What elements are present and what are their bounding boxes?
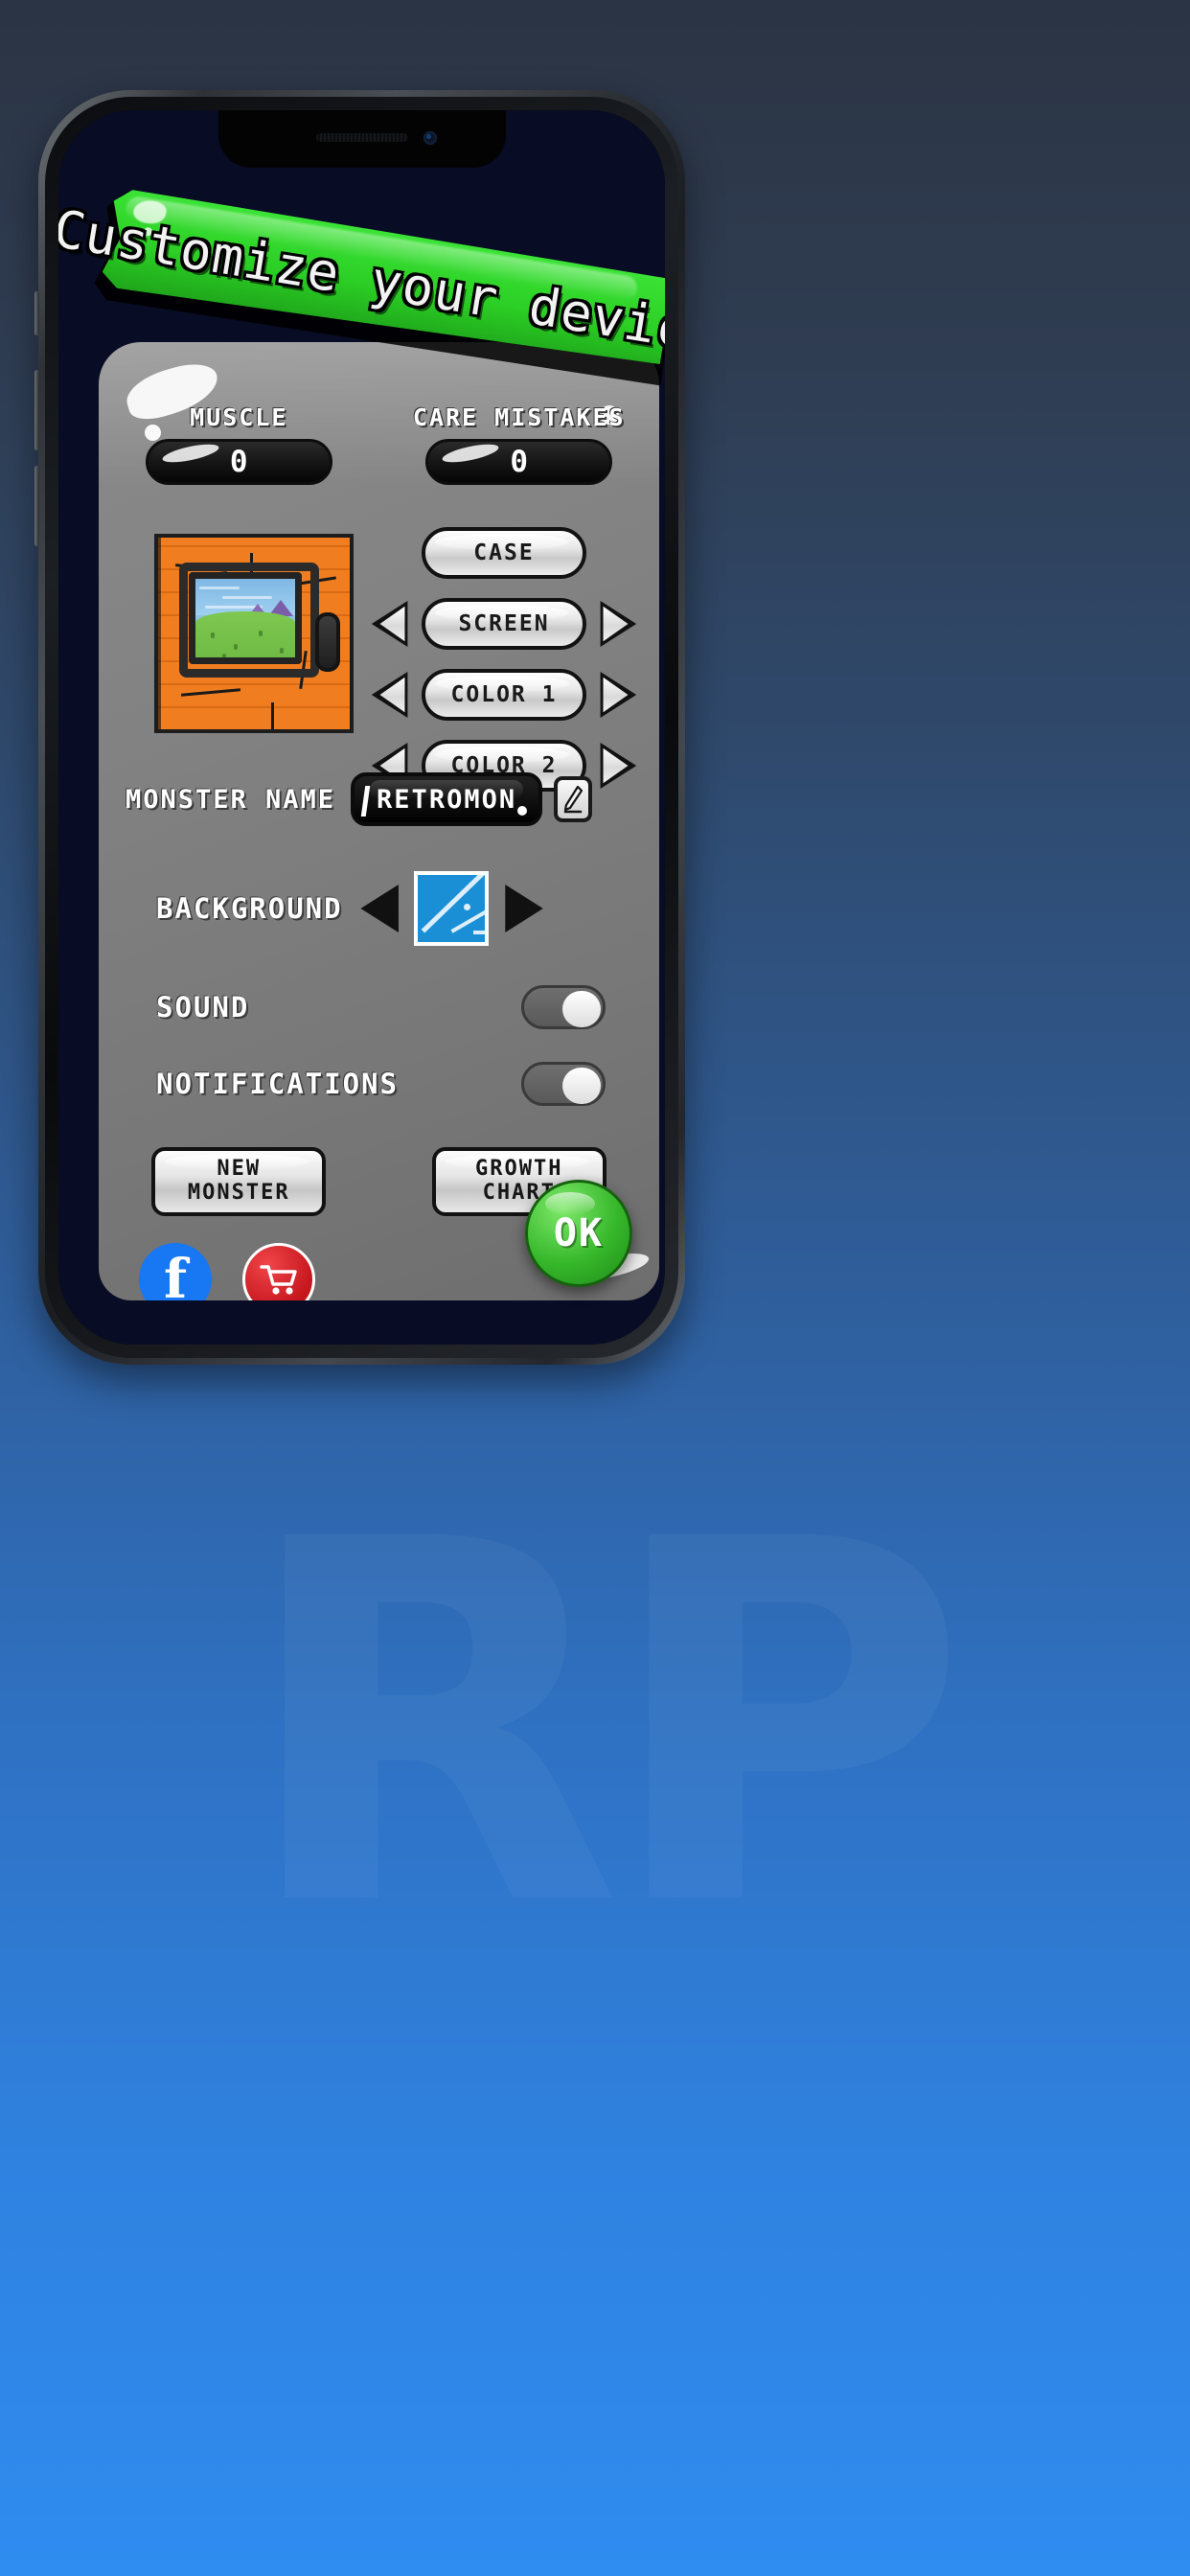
new-monster-line2: MONSTER [187,1181,290,1205]
app-screen: Customize your device MUSCLE 0 CARE MIST… [58,110,665,1345]
case-button[interactable]: CASE [422,527,586,579]
ok-button[interactable]: OK [525,1180,632,1287]
color1-next-arrow-icon[interactable] [599,671,637,719]
stats-row: MUSCLE 0 CARE MISTAKES 0 [99,403,659,485]
toggle-knob [562,991,601,1027]
background-next-arrow-icon[interactable] [504,884,544,933]
cart-glyph-icon [260,1265,297,1295]
screen-button[interactable]: SCREEN [422,598,586,650]
device-preview[interactable] [154,534,354,733]
phone-frame: Customize your device MUSCLE 0 CARE MIST… [34,90,685,1365]
phone-volume-up-button [34,370,39,450]
stat-muscle-value: 0 [229,445,248,479]
customize-row-screen: SCREEN [365,593,643,655]
stat-care-mistakes: CARE MISTAKES 0 [379,403,660,485]
phone-notch [217,110,506,168]
device-side-button [315,612,340,672]
background-prev-arrow-icon[interactable] [360,884,400,933]
notifications-toggle[interactable] [521,1062,606,1106]
edit-name-button[interactable] [554,776,593,822]
stat-care-mistakes-value: 0 [510,445,529,479]
phone-volume-down-button [34,466,39,546]
earpiece-speaker-icon [315,133,408,142]
header-banner: Customize your device [58,214,665,386]
social-row: f [139,1243,315,1300]
toggle-knob [562,1068,601,1104]
shop-cart-icon[interactable] [242,1243,315,1300]
growth-chart-line1: GROWTH [475,1157,563,1182]
monster-name-input[interactable]: RETROMON [351,772,543,826]
banner-title: Customize your device [58,197,665,366]
customize-panel: MUSCLE 0 CARE MISTAKES 0 CASE SCREEN COL… [99,342,659,1300]
new-monster-button[interactable]: NEW MONSTER [151,1147,327,1216]
ok-gloss [545,1192,595,1215]
stat-muscle-value-pill: 0 [145,439,332,485]
phone-bezel: Customize your device MUSCLE 0 CARE MIST… [45,97,678,1358]
front-camera-icon [423,131,437,145]
screen-prev-arrow-icon[interactable] [371,600,409,648]
background-row: BACKGROUND [99,867,659,950]
color1-prev-arrow-icon[interactable] [371,671,409,719]
facebook-icon[interactable]: f [139,1243,212,1300]
screen-next-arrow-icon[interactable] [599,600,637,648]
notifications-row: NOTIFICATIONS [99,1057,659,1111]
phone-screen: Customize your device MUSCLE 0 CARE MIST… [58,110,665,1345]
case-button-label: CASE [473,540,535,565]
customize-row-case: CASE [365,522,643,584]
text-caret [360,786,371,816]
pill-gloss [160,440,220,467]
watermark: RP [57,1390,1131,2060]
ok-button-label: OK [553,1211,605,1255]
stat-muscle-label: MUSCLE [190,403,288,431]
notifications-label: NOTIFICATIONS [156,1068,399,1100]
new-monster-line1: NEW [217,1157,262,1182]
stat-care-mistakes-value-pill: 0 [425,439,613,485]
customize-button-column: CASE SCREEN COLOR 1 COLOR 2 [365,522,643,806]
field-highlight-dot [517,806,528,816]
customize-row-color1: COLOR 1 [365,664,643,725]
phone-mockup: Customize your device MUSCLE 0 CARE MIST… [34,90,1152,1365]
monster-name-row: MONSTER NAME RETROMON [99,770,659,829]
stat-muscle: MUSCLE 0 [99,403,379,485]
sound-toggle[interactable] [521,985,606,1029]
device-screen-ground [195,611,295,657]
monster-name-value: RETROMON [377,784,517,815]
sound-row: SOUND [99,980,659,1034]
phone-mute-switch [34,291,39,335]
monster-name-label: MONSTER NAME [126,784,336,815]
sound-label: SOUND [156,991,250,1024]
pill-gloss [441,440,501,467]
color1-button[interactable]: COLOR 1 [422,669,586,721]
facebook-glyph: f [163,1248,188,1300]
background-thumbnail[interactable] [413,871,489,946]
device-screen [189,572,302,664]
background-label: BACKGROUND [156,892,343,925]
stat-care-mistakes-label: CARE MISTAKES [412,403,626,431]
pencil-icon [563,785,584,814]
screen-button-label: SCREEN [458,611,550,636]
color1-button-label: COLOR 1 [450,682,558,707]
